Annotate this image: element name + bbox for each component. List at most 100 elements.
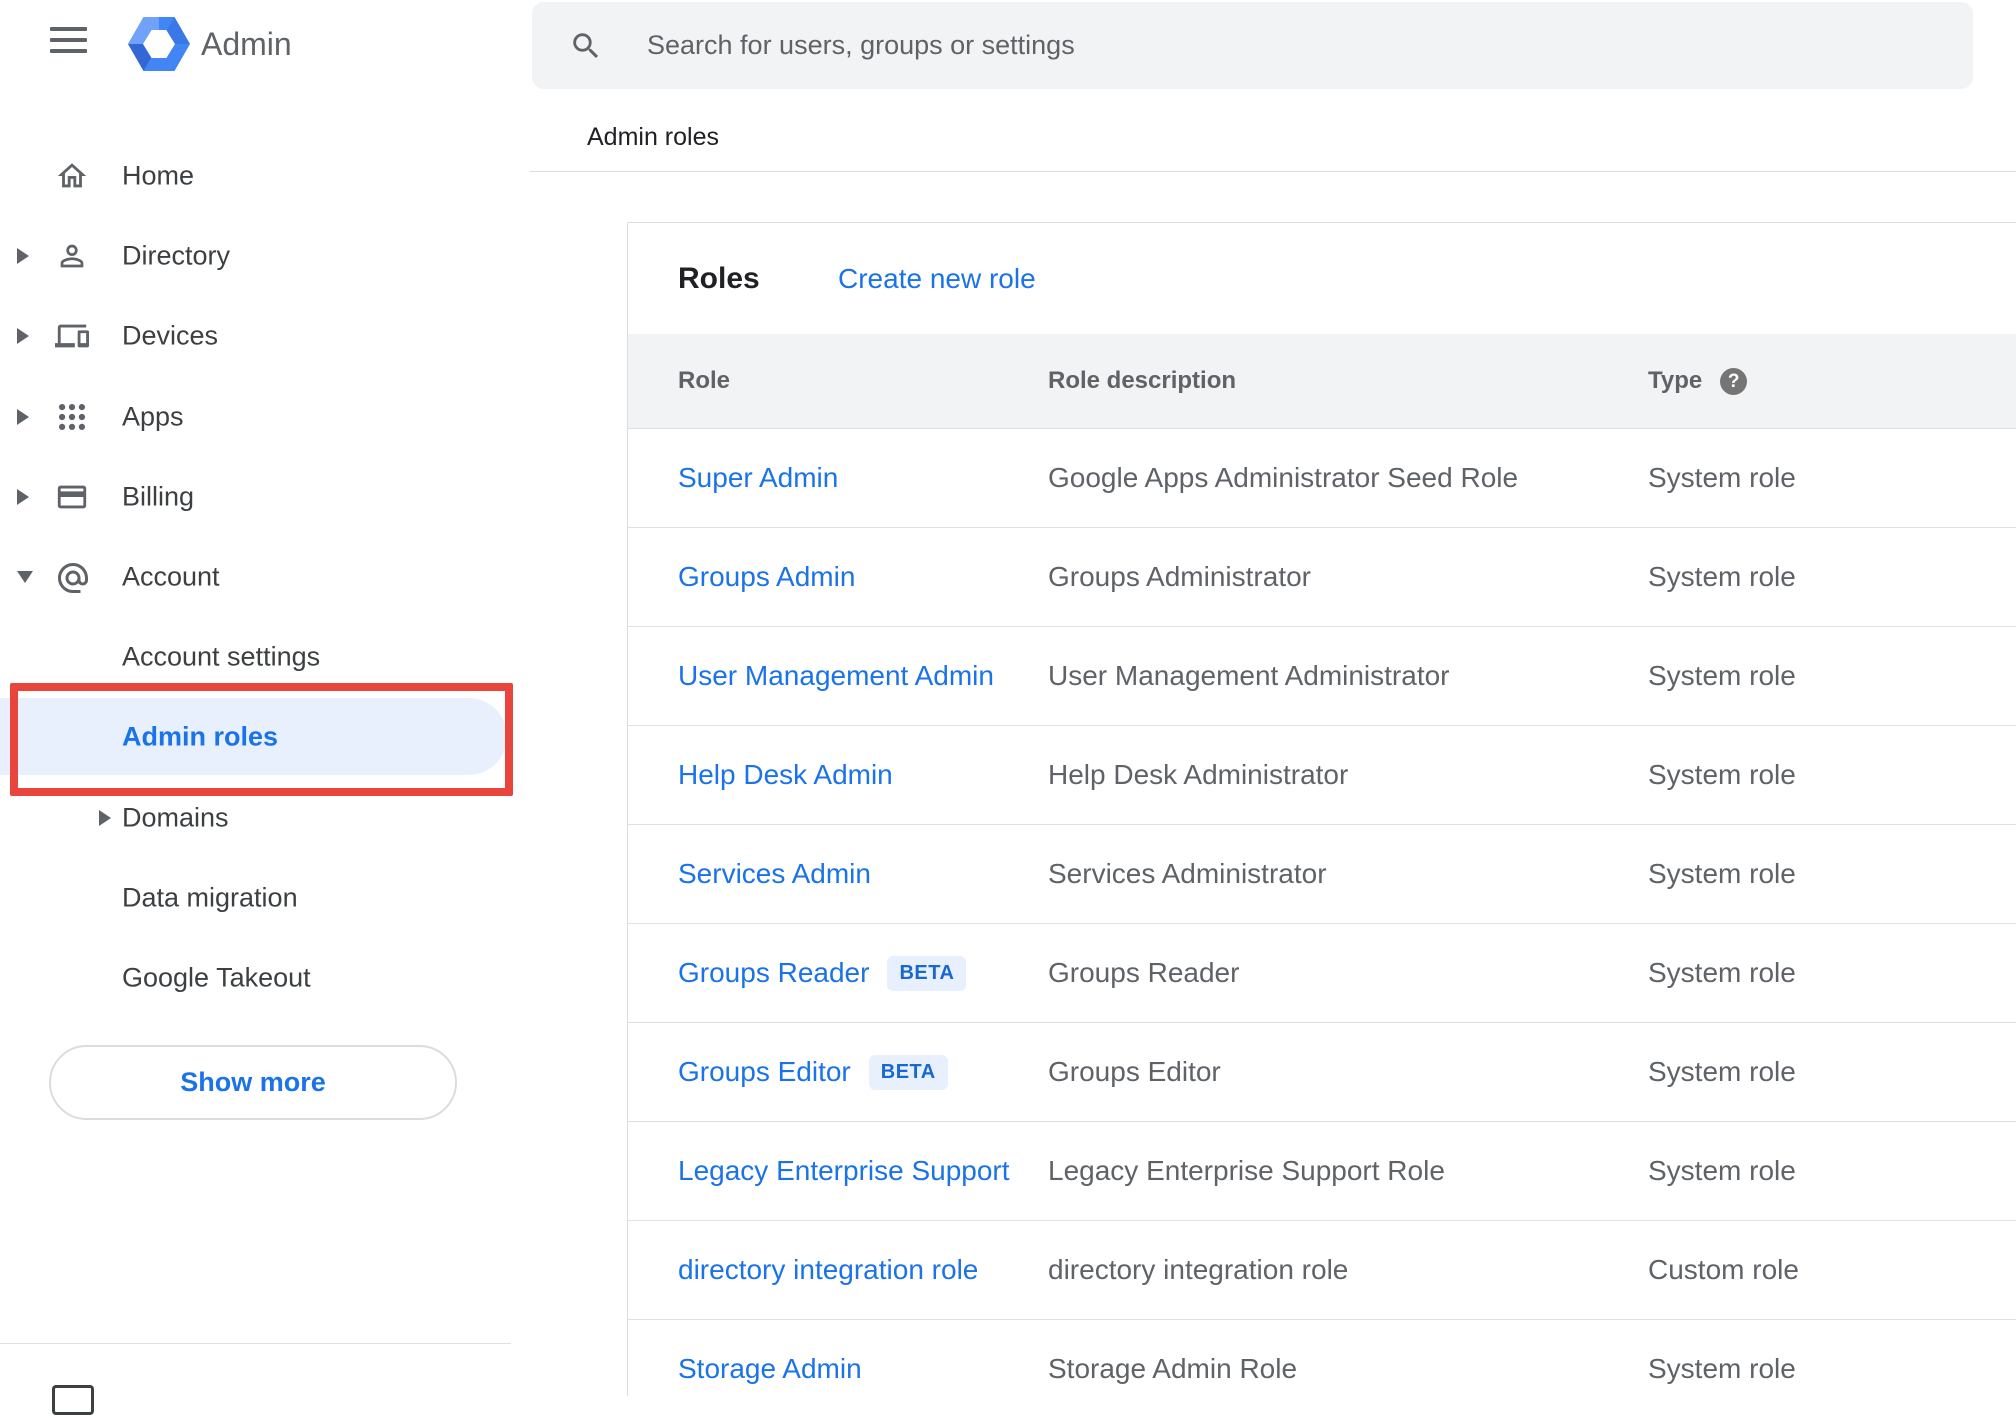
sidebar-item-data-migration[interactable]: Data migration <box>0 858 530 938</box>
menu-icon[interactable] <box>50 27 88 57</box>
sidebar-item-label: Domains <box>122 802 229 833</box>
chevron-right-icon[interactable] <box>17 328 29 344</box>
sidebar-item-label: Billing <box>122 481 195 512</box>
sidebar-item-domains[interactable]: Domains <box>0 778 530 858</box>
sidebar-item-home[interactable]: Home <box>0 136 530 216</box>
role-link[interactable]: User Management Admin <box>678 660 994 692</box>
table-row: Services Admin Services Administrator Sy… <box>628 825 2016 924</box>
role-type: System role <box>1648 957 1796 988</box>
devices-icon <box>55 319 89 353</box>
column-type: Type <box>1648 367 1703 394</box>
role-description: Groups Reader <box>1048 957 1240 988</box>
beta-badge: BETA <box>868 1054 948 1090</box>
sidebar-item-label: Google Takeout <box>122 962 311 993</box>
sidebar-item-account[interactable]: Account <box>0 537 530 617</box>
sidebar-item-label: Home <box>122 160 195 191</box>
table-row: Groups Editor BETA Groups Editor System … <box>628 1023 2016 1122</box>
apps-icon <box>55 400 89 434</box>
sidebar-item-admin-roles[interactable]: Admin roles <box>0 697 530 777</box>
main-content: Admin roles Roles Create new role Role R… <box>530 0 2016 1396</box>
role-type: System role <box>1648 1056 1796 1087</box>
roles-table-body: Super Admin Google Apps Administrator Se… <box>628 429 2016 1396</box>
brand-row: Admin <box>0 0 530 88</box>
table-row: Groups Reader BETA Groups Reader System … <box>628 924 2016 1023</box>
role-type: System role <box>1648 858 1796 889</box>
role-link[interactable]: Groups Reader <box>678 957 869 989</box>
card-title: Roles <box>678 261 760 295</box>
app-title: Admin <box>201 26 292 62</box>
table-row: directory integration role directory int… <box>628 1221 2016 1320</box>
home-icon <box>55 159 89 193</box>
chevron-right-icon[interactable] <box>17 489 29 505</box>
role-type: System role <box>1648 1353 1796 1384</box>
content-divider <box>530 171 2016 172</box>
chevron-right-icon[interactable] <box>17 248 29 264</box>
admin-logo-icon <box>128 17 190 71</box>
role-link[interactable]: Help Desk Admin <box>678 759 893 791</box>
table-header: Role Role description Type <box>628 334 2016 429</box>
billing-icon <box>55 480 89 514</box>
role-type: System role <box>1648 462 1796 493</box>
help-icon[interactable] <box>1720 367 1748 395</box>
sidebar-item-label: Directory <box>122 240 231 271</box>
chevron-right-icon[interactable] <box>99 810 111 826</box>
role-description: Help Desk Administrator <box>1048 759 1349 790</box>
sidebar-item-account-settings[interactable]: Account settings <box>0 617 530 697</box>
roles-card: Roles Create new role Role Role descript… <box>627 222 2016 1396</box>
building-icon <box>52 1385 94 1415</box>
role-description: Groups Administrator <box>1048 561 1311 592</box>
search-input[interactable] <box>532 2 1973 89</box>
chevron-down-icon[interactable] <box>17 571 33 583</box>
create-new-role-link[interactable]: Create new role <box>838 263 1036 295</box>
sidebar-item-billing[interactable]: Billing <box>0 457 530 537</box>
column-role-description: Role description <box>1048 367 1237 394</box>
sidebar-item-label: Account <box>122 561 220 592</box>
role-type: System role <box>1648 759 1796 790</box>
role-description: User Management Administrator <box>1048 660 1450 691</box>
breadcrumb: Admin roles <box>587 123 719 151</box>
role-link[interactable]: Groups Editor <box>678 1056 851 1088</box>
sidebar: Admin Home Directory Devices Apps Billin… <box>0 0 530 1415</box>
sidebar-item-label: Data migration <box>122 882 298 913</box>
sidebar-item-apps[interactable]: Apps <box>0 377 530 457</box>
role-description: directory integration role <box>1048 1254 1349 1285</box>
role-link[interactable]: Legacy Enterprise Support <box>678 1155 1010 1187</box>
sidebar-item-label: Apps <box>122 401 184 432</box>
sidebar-footer-divider <box>0 1343 511 1344</box>
table-row: Help Desk Admin Help Desk Administrator … <box>628 726 2016 825</box>
role-link[interactable]: Groups Admin <box>678 561 855 593</box>
google-admin-console: { "topbar": { "app_title": "Admin", "sea… <box>0 0 2016 1415</box>
table-row: Storage Admin Storage Admin Role System … <box>628 1320 2016 1396</box>
role-type: System role <box>1648 561 1796 592</box>
table-row: Legacy Enterprise Support Legacy Enterpr… <box>628 1122 2016 1221</box>
card-header: Roles Create new role <box>628 223 2016 334</box>
beta-badge: BETA <box>887 955 967 991</box>
table-row: User Management Admin User Management Ad… <box>628 627 2016 726</box>
sidebar-item-label: Admin roles <box>122 721 279 752</box>
role-type: System role <box>1648 1155 1796 1186</box>
role-link[interactable]: Super Admin <box>678 462 838 494</box>
role-description: Groups Editor <box>1048 1056 1221 1087</box>
role-description: Legacy Enterprise Support Role <box>1048 1155 1445 1186</box>
role-description: Services Administrator <box>1048 858 1327 889</box>
sidebar-item-google-takeout[interactable]: Google Takeout <box>0 938 530 1018</box>
show-more-button[interactable]: Show more <box>49 1045 457 1120</box>
directory-icon <box>55 239 89 273</box>
role-description: Google Apps Administrator Seed Role <box>1048 462 1519 493</box>
role-link[interactable]: directory integration role <box>678 1254 978 1286</box>
role-link[interactable]: Storage Admin <box>678 1353 862 1385</box>
sidebar-item-directory[interactable]: Directory <box>0 216 530 296</box>
table-row: Groups Admin Groups Administrator System… <box>628 528 2016 627</box>
search-bar[interactable] <box>532 2 1973 89</box>
column-role: Role <box>678 367 731 394</box>
role-type: System role <box>1648 660 1796 691</box>
role-description: Storage Admin Role <box>1048 1353 1298 1384</box>
table-row: Super Admin Google Apps Administrator Se… <box>628 429 2016 528</box>
role-link[interactable]: Services Admin <box>678 858 871 890</box>
account-icon <box>55 560 89 594</box>
sidebar-item-label: Devices <box>122 320 219 351</box>
chevron-right-icon[interactable] <box>17 409 29 425</box>
sidebar-item-label: Account settings <box>122 641 321 672</box>
role-type: Custom role <box>1648 1254 1799 1285</box>
sidebar-item-devices[interactable]: Devices <box>0 296 530 376</box>
